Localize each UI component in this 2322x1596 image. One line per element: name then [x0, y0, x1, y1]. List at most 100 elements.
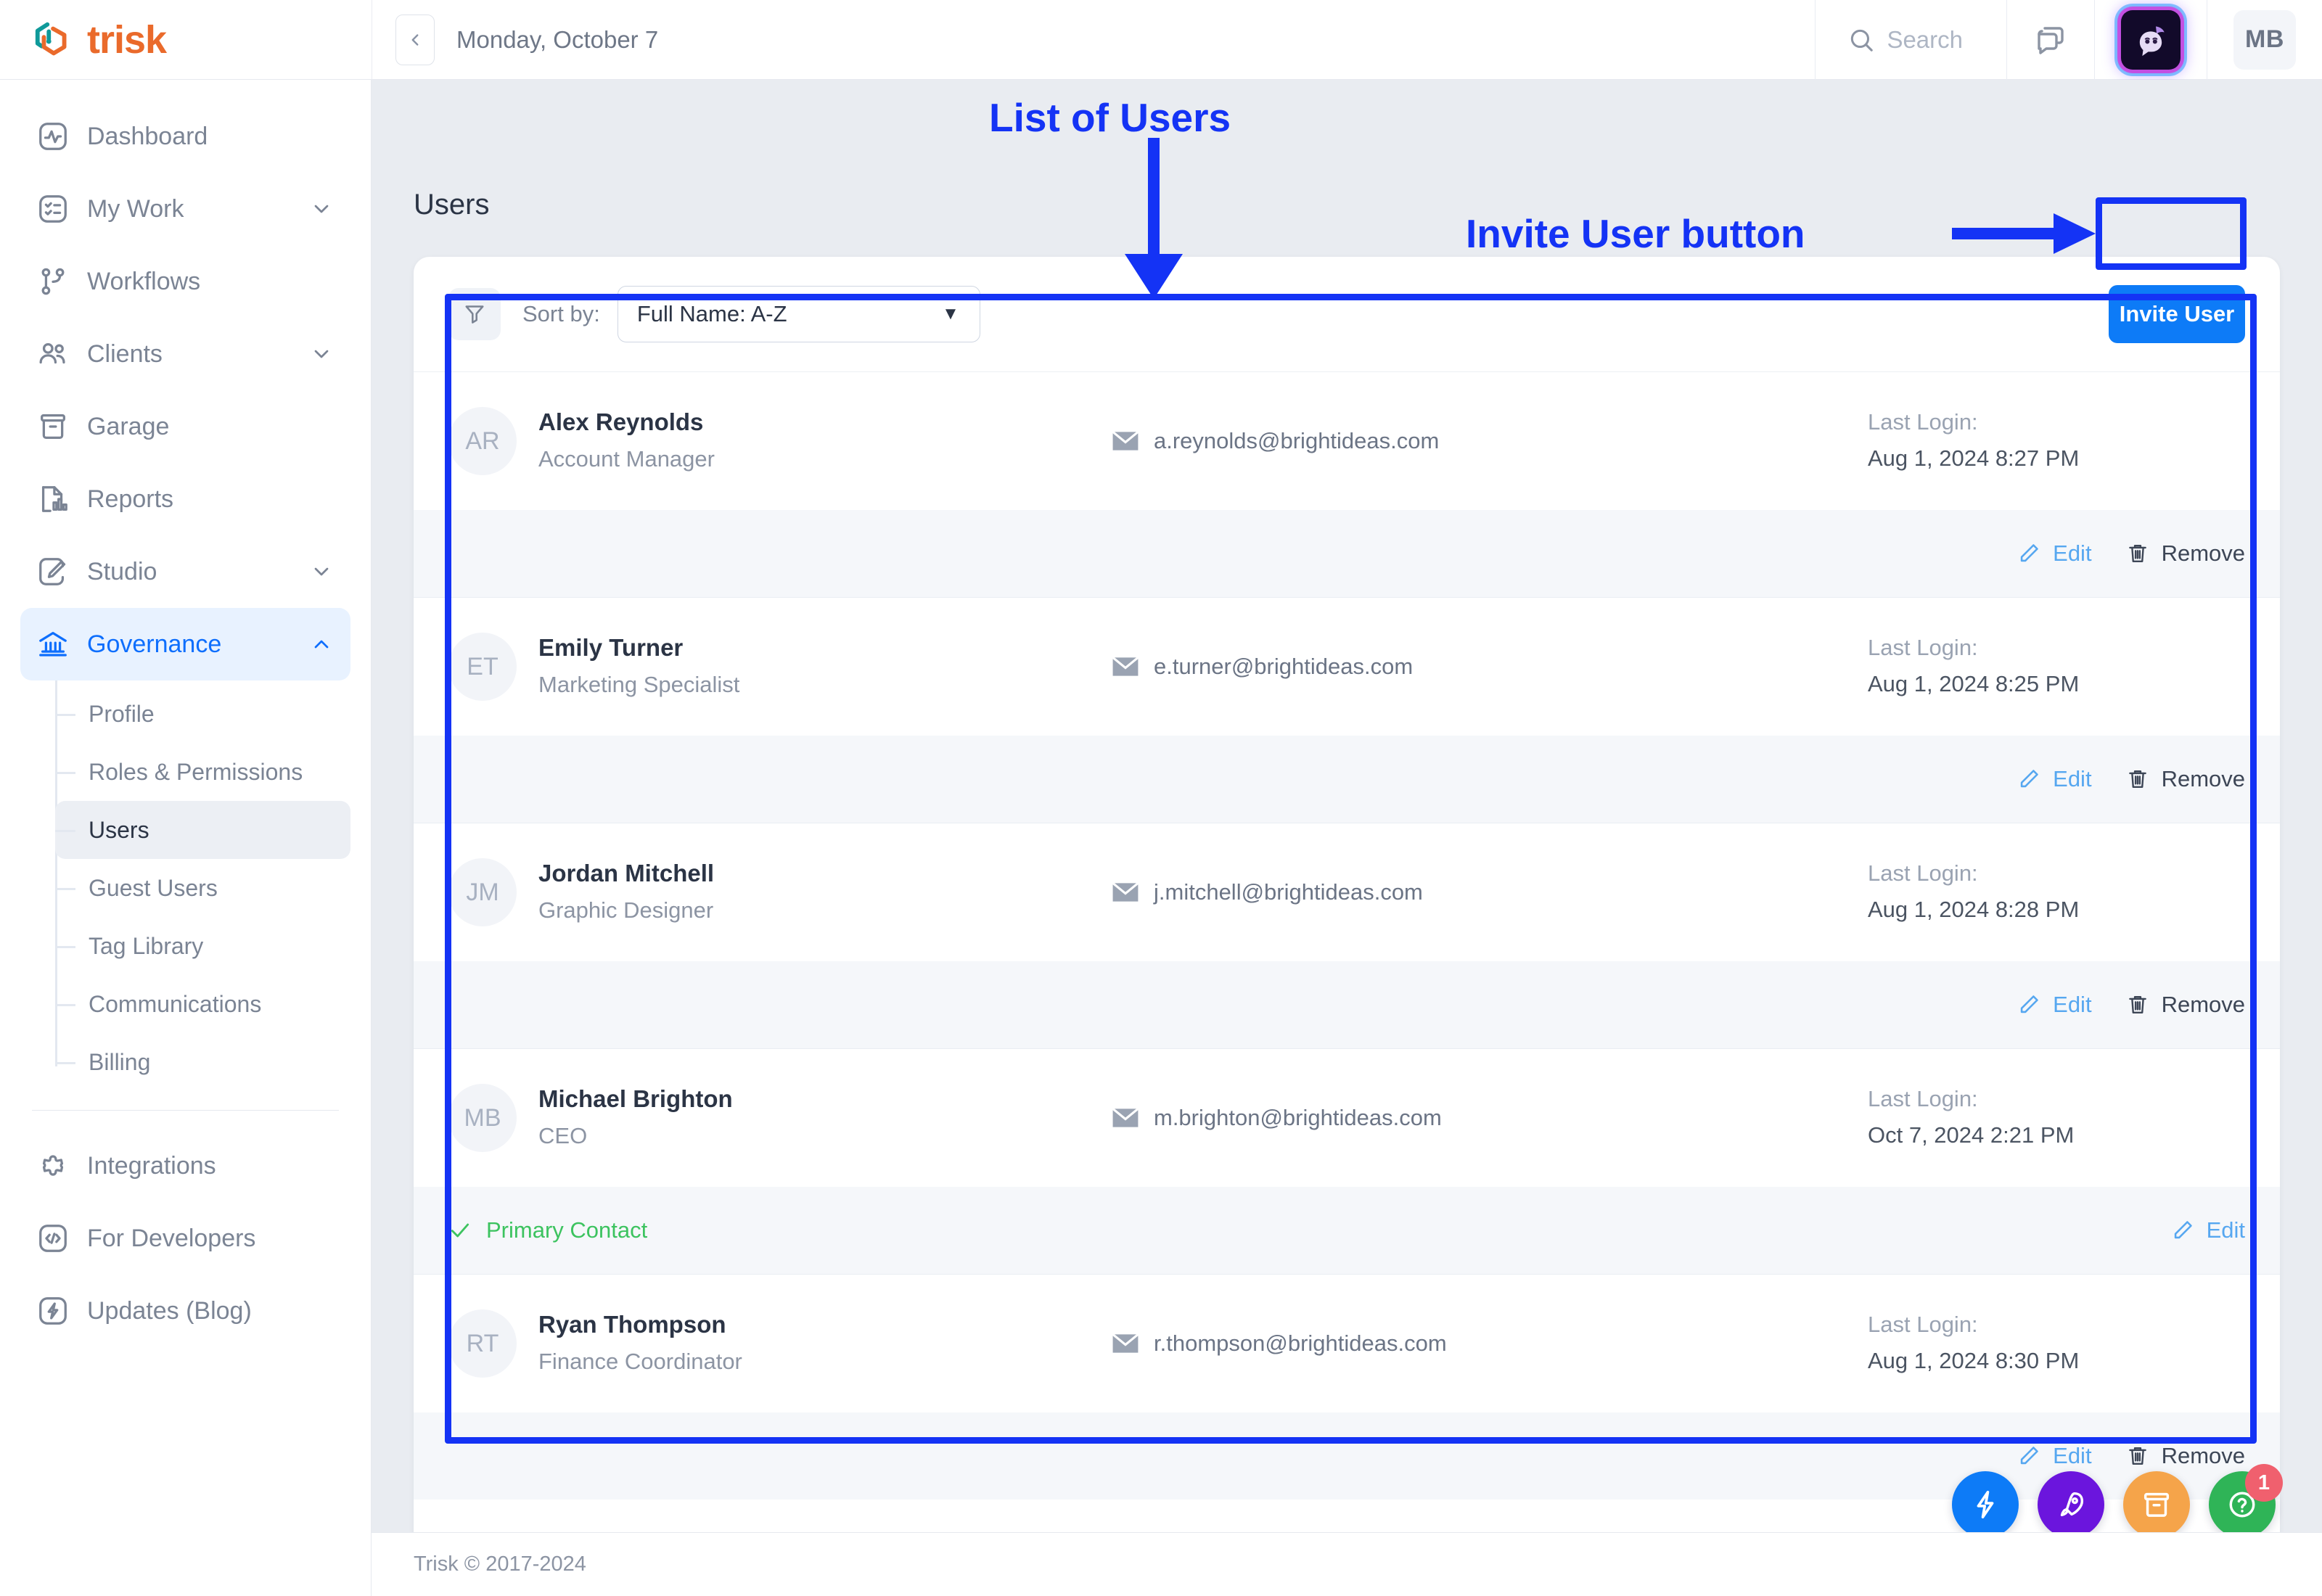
sort-select-value: Full Name: A-Z — [636, 301, 787, 326]
edit-button[interactable]: Edit — [2170, 1217, 2245, 1243]
filter-button[interactable] — [448, 288, 501, 340]
edit-button[interactable]: Edit — [2017, 992, 2092, 1018]
sidebar-item-guest-users[interactable]: Guest Users — [55, 859, 350, 917]
sidebar-item-profile[interactable]: Profile — [55, 685, 350, 743]
chevron-down-icon[interactable] — [308, 196, 335, 222]
sidebar-item-garage[interactable]: Garage — [20, 390, 350, 463]
sidebar-item-reports[interactable]: Reports — [20, 463, 350, 535]
copyright-text: Trisk © 2017-2024 — [414, 1552, 586, 1576]
edit-label: Edit — [2053, 766, 2092, 791]
quick-actions-fab[interactable] — [1952, 1471, 2019, 1538]
users-list: AR Alex Reynolds Account Manager a.reyno… — [414, 371, 2280, 1500]
user-identity: Jordan Mitchell Graphic Designer — [538, 857, 1112, 926]
user-row-main[interactable]: JM Jordan Mitchell Graphic Designer j.mi… — [414, 823, 2280, 961]
avatar: AR — [448, 407, 517, 475]
chevron-left-icon — [411, 33, 419, 46]
edit-button[interactable]: Edit — [2017, 540, 2092, 567]
mail-icon — [1112, 656, 1139, 678]
sidebar-item-billing[interactable]: Billing — [55, 1033, 350, 1091]
user-last-login: Last Login: Aug 1, 2024 8:27 PM — [1868, 407, 2245, 475]
last-login-value: Oct 7, 2024 2:21 PM — [1868, 1122, 2075, 1148]
pencil-icon — [2020, 770, 2038, 788]
rocket-icon — [2060, 1492, 2084, 1517]
activity-icon — [36, 120, 70, 153]
user-identity: Alex Reynolds Account Manager — [538, 406, 1112, 475]
ai-assistant-button[interactable] — [2094, 0, 2207, 80]
edit-label: Edit — [2053, 540, 2092, 566]
sidebar-collapse-button[interactable] — [395, 14, 435, 65]
sidebar-item-label: For Developers — [87, 1224, 256, 1252]
user-row-main[interactable]: RT Ryan Thompson Finance Coordinator r.t… — [414, 1275, 2280, 1412]
chevron-down-icon[interactable] — [308, 559, 335, 585]
code-icon — [36, 1222, 70, 1255]
user-row-actions: Edit Remove — [414, 510, 2280, 597]
sidebar-item-tag-library[interactable]: Tag Library — [55, 917, 350, 975]
sidebar-item-updates-blog[interactable]: Updates (Blog) — [20, 1275, 350, 1347]
help-fab[interactable]: 1 — [2209, 1464, 2283, 1538]
brand-logo[interactable]: trisk — [0, 0, 372, 80]
invite-user-button[interactable]: Invite User — [2109, 285, 2245, 343]
sort-by-label: Sort by: — [522, 301, 600, 326]
user-role: Account Manager — [538, 445, 715, 472]
remove-label: Remove — [2161, 992, 2245, 1017]
user-role: Graphic Designer — [538, 897, 714, 923]
sidebar-item-label: Integrations — [87, 1151, 216, 1180]
user-name: Jordan Mitchell — [538, 860, 715, 887]
user-row: RT Ryan Thompson Finance Coordinator r.t… — [414, 1275, 2280, 1500]
topbar-actions: Search MB — [1815, 0, 2322, 80]
user-menu-button[interactable]: MB — [2207, 0, 2322, 80]
pencil-icon — [2174, 1221, 2192, 1239]
remove-button[interactable]: Remove — [2125, 766, 2245, 792]
app-root: trisk Monday, October 7 Search MB Dashbo… — [0, 0, 2322, 1596]
sidebar-item-clients[interactable]: Clients — [20, 318, 350, 390]
trash-icon — [2128, 996, 2146, 1013]
user-row-actions: Edit Remove — [414, 961, 2280, 1048]
chevron-up-icon[interactable] — [308, 631, 335, 657]
chat-button[interactable] — [2006, 0, 2094, 80]
sidebar-item-workflows[interactable]: Workflows — [20, 245, 350, 318]
sidebar-item-studio[interactable]: Studio — [20, 535, 350, 608]
user-name: Michael Brighton — [538, 1085, 733, 1113]
user-identity: Ryan Thompson Finance Coordinator — [538, 1309, 1112, 1378]
user-row: AR Alex Reynolds Account Manager a.reyno… — [414, 372, 2280, 598]
edit-button[interactable]: Edit — [2017, 1443, 2092, 1469]
sidebar-item-users[interactable]: Users — [55, 801, 350, 859]
search-button[interactable]: Search — [1815, 0, 2006, 80]
remove-button[interactable]: Remove — [2125, 540, 2245, 567]
remove-label: Remove — [2161, 766, 2245, 791]
pencil-icon — [2020, 995, 2038, 1013]
user-identity: Emily Turner Marketing Specialist — [538, 632, 1112, 701]
edit-button[interactable]: Edit — [2017, 766, 2092, 792]
remove-label: Remove — [2161, 540, 2245, 566]
sort-select[interactable]: Full Name: A-Z ▼ — [617, 286, 980, 342]
user-role: Marketing Specialist — [538, 671, 740, 697]
remove-button[interactable]: Remove — [2125, 992, 2245, 1018]
user-row-main[interactable]: MB Michael Brighton CEO m.brighton@brigh… — [414, 1049, 2280, 1187]
governance-subnav: Profile Roles & Permissions Users Guest … — [0, 680, 371, 1091]
avatar: JM — [448, 858, 517, 926]
trash-icon — [2128, 770, 2146, 788]
user-row-main[interactable]: ET Emily Turner Marketing Specialist e.t… — [414, 598, 2280, 736]
users-card: Sort by: Full Name: A-Z ▼ Invite User AR… — [414, 257, 2280, 1568]
sidebar-item-governance[interactable]: Governance — [20, 608, 350, 680]
sidebar-item-roles-permissions[interactable]: Roles & Permissions — [55, 743, 350, 801]
search-icon — [1851, 29, 1874, 52]
sidebar-item-for-developers[interactable]: For Developers — [20, 1202, 350, 1275]
archive-fab[interactable] — [2123, 1471, 2190, 1538]
edit-label: Edit — [2206, 1217, 2245, 1243]
sub-item-label: Tag Library — [89, 932, 204, 959]
sidebar-item-communications[interactable]: Communications — [55, 975, 350, 1033]
sidebar-item-integrations[interactable]: Integrations — [20, 1130, 350, 1202]
last-login-label: Last Login: — [1868, 408, 1978, 435]
chevron-down-icon[interactable] — [308, 341, 335, 367]
user-name: Ryan Thompson — [538, 1311, 726, 1338]
sidebar-item-my-work[interactable]: My Work — [20, 173, 350, 245]
remove-button[interactable]: Remove — [2125, 1443, 2245, 1469]
whats-new-fab[interactable] — [2038, 1471, 2104, 1538]
sidebar-item-dashboard[interactable]: Dashboard — [20, 100, 350, 173]
user-row: ET Emily Turner Marketing Specialist e.t… — [414, 598, 2280, 823]
sidebar-item-label: Dashboard — [87, 122, 208, 150]
sub-item-label: Billing — [89, 1048, 151, 1075]
user-row-main[interactable]: AR Alex Reynolds Account Manager a.reyno… — [414, 372, 2280, 510]
chevron-down-icon: ▼ — [942, 304, 959, 324]
